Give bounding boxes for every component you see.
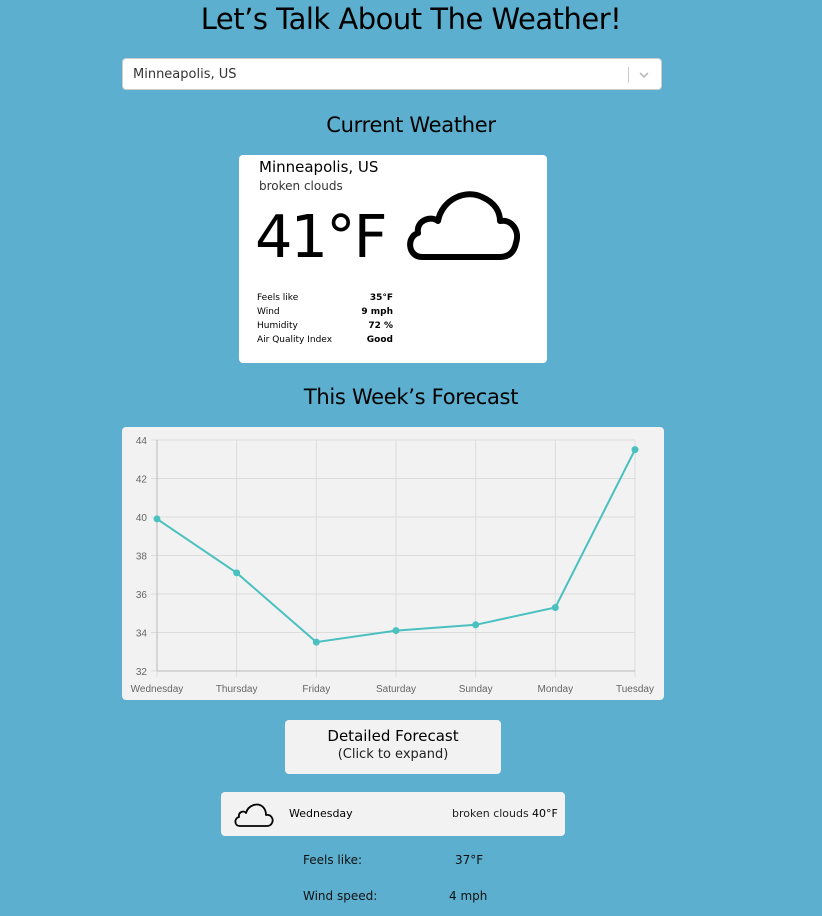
cloud-icon	[234, 803, 274, 827]
detail-value: 35°F	[369, 293, 393, 303]
detail-row-humidity: Humidity 72 %	[257, 319, 393, 333]
data-point	[312, 638, 320, 646]
cloud-icon	[407, 191, 520, 260]
forecast-day-temperature: 40°F	[532, 807, 558, 820]
y-tick-label: 38	[136, 552, 148, 563]
detail-label: Air Quality Index	[257, 335, 333, 345]
detail-row-feels-like: Feels like 35°F	[257, 291, 393, 305]
forecast-chart: 32 34 36 38 40 42 44 Wednesday Thursday Friday Sat…	[122, 427, 664, 700]
x-tick-label: Saturday	[376, 684, 416, 695]
city-select-value: Minneapolis, US	[133, 67, 237, 82]
forecast-day-name: Wednesday	[289, 807, 353, 820]
forecast-line-chart: 32 34 36 38 40 42 44 Wednesday Thursday Friday Sat…	[131, 436, 654, 695]
detail-value: 9 mph	[361, 307, 393, 317]
x-tick-label: Thursday	[216, 684, 258, 695]
current-weather-card: Minneapolis, US broken clouds 41°F Feels…	[239, 155, 547, 363]
current-city: Minneapolis, US	[259, 158, 379, 176]
current-temperature: 41°F	[255, 202, 388, 271]
data-point	[392, 627, 400, 635]
y-tick-label: 44	[136, 436, 148, 447]
detail-value: 72 %	[368, 321, 393, 331]
current-details: Feels like 35°F Wind 9 mph Humidity 72 %…	[257, 291, 393, 347]
detail-value: Good	[366, 335, 393, 345]
x-tick-label: Monday	[538, 684, 574, 695]
detail-row-aqi: Air Quality Index Good	[257, 333, 393, 347]
x-tick-label: Tuesday	[616, 684, 654, 695]
chevron-down-icon[interactable]	[637, 68, 651, 82]
feels-like-value: 37°F	[455, 853, 484, 867]
feels-like-label: Feels like:	[303, 853, 363, 867]
detailed-forecast-button[interactable]: Detailed Forecast (Click to expand)	[285, 720, 501, 774]
y-tick-label: 34	[136, 629, 148, 640]
data-point	[551, 603, 559, 611]
select-separator	[628, 67, 629, 83]
detail-label: Feels like	[257, 293, 299, 303]
data-point	[472, 621, 480, 629]
current-description: broken clouds	[259, 179, 343, 193]
data-point	[153, 515, 161, 523]
detail-row-wind: Wind 9 mph	[257, 305, 393, 319]
x-tick-label: Sunday	[459, 684, 493, 695]
detail-label: Humidity	[257, 321, 298, 331]
city-select[interactable]: Minneapolis, US	[122, 58, 662, 90]
detailed-forecast-subtitle: (Click to expand)	[337, 747, 449, 762]
current-weather-heading: Current Weather	[326, 113, 496, 137]
y-tick-label: 42	[136, 475, 148, 486]
wind-speed-label: Wind speed:	[303, 889, 378, 903]
forecast-day-description: broken clouds	[452, 807, 529, 820]
detailed-forecast-title: Detailed Forecast	[327, 727, 459, 745]
data-point	[233, 569, 241, 577]
x-tick-label: Friday	[302, 684, 330, 695]
y-tick-label: 40	[136, 513, 148, 524]
y-tick-label: 36	[136, 590, 148, 601]
detail-label: Wind	[257, 307, 280, 317]
forecast-heading: This Week’s Forecast	[303, 385, 519, 409]
forecast-day-row[interactable]: Wednesday broken clouds 40°F	[221, 792, 565, 836]
data-point	[631, 446, 639, 454]
y-tick-label: 32	[136, 667, 148, 678]
page-title: Let’s Talk About The Weather!	[200, 2, 622, 36]
x-tick-label: Wednesday	[131, 684, 184, 695]
wind-speed-value: 4 mph	[449, 889, 488, 903]
